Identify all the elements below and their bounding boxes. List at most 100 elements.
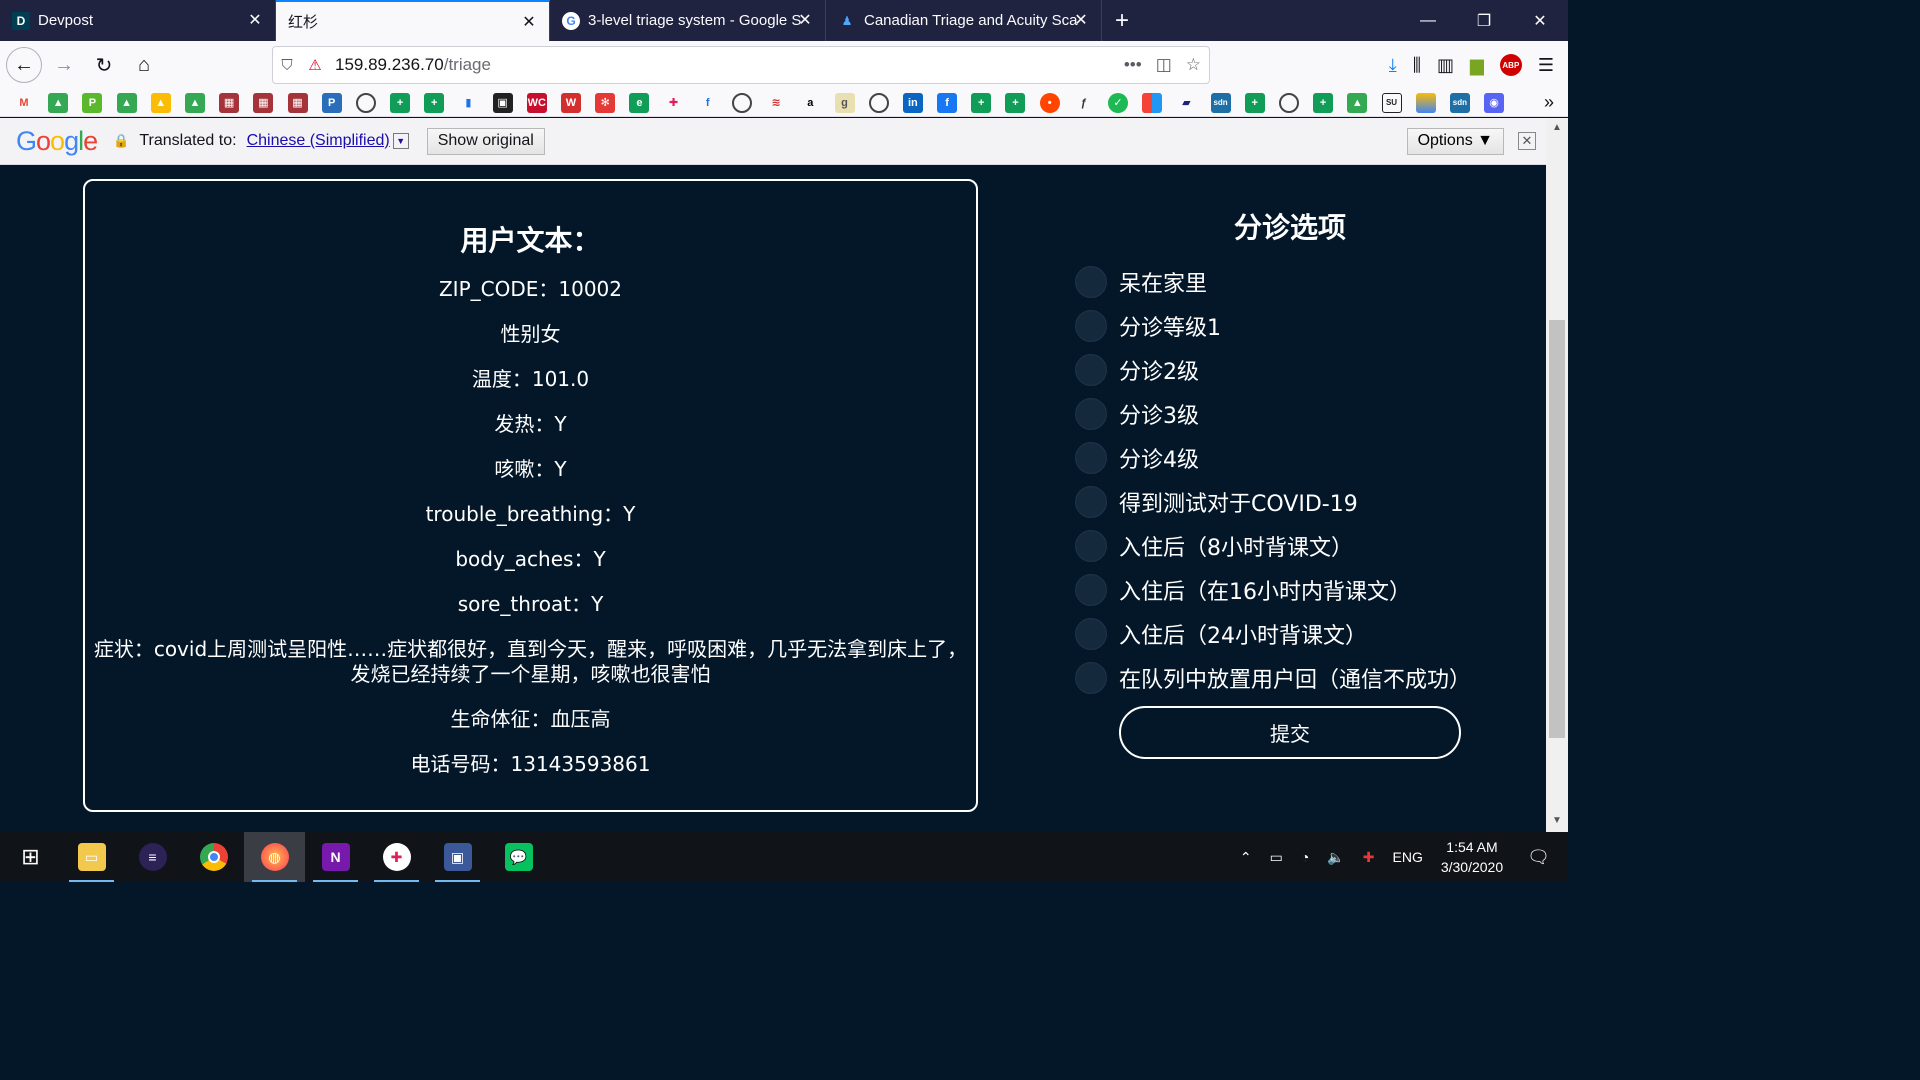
back-button[interactable]: ← [6,47,42,83]
tab-devpost[interactable]: D Devpost ✕ [0,0,276,41]
close-icon[interactable]: ✕ [245,10,265,30]
bar-chart-icon[interactable]: ▮ [458,93,478,113]
close-icon[interactable]: ✕ [1071,10,1091,30]
radio-button[interactable] [1075,486,1107,518]
submit-button[interactable]: 提交 [1119,706,1461,759]
bookmark-icon[interactable]: e [629,92,650,113]
sdn-icon[interactable]: sdn [1210,92,1231,113]
window-close-button[interactable]: ✕ [1512,0,1568,41]
extension-icon[interactable]: ▆ [1470,55,1484,76]
sidebar-icon[interactable]: ▥ [1437,55,1454,76]
plus-icon[interactable]: + [424,92,445,113]
grad-cap-icon[interactable]: ▰ [1176,93,1196,113]
triage-option[interactable]: 呆在家里 [1075,260,1505,304]
library-icon[interactable]: ⫼ [1413,55,1421,76]
bookmark-icon[interactable]: P [82,92,103,113]
downloads-icon[interactable]: ⤓ [1389,55,1397,76]
globe-icon[interactable] [731,92,752,113]
close-translate-bar-icon[interactable]: ✕ [1518,132,1536,150]
radio-button[interactable] [1075,442,1107,474]
taskbar-chrome[interactable] [183,832,244,882]
radio-button[interactable] [1075,354,1107,386]
university-icon[interactable]: ▦ [253,92,274,113]
google-drive-icon[interactable]: ▲ [48,92,69,113]
taskbar-app[interactable]: ▣ [427,832,488,882]
pocket-icon[interactable]: ◫ [1156,55,1172,75]
forward-button[interactable]: → [46,47,82,83]
slack-icon[interactable]: ✚ [664,93,684,113]
goodreads-icon[interactable]: g [834,92,855,113]
bank-icon[interactable]: ≋ [766,93,786,113]
amazon-icon[interactable]: a [800,93,820,113]
triage-option[interactable]: 入住后（8小时背课文） [1075,524,1505,568]
triage-option[interactable]: 分诊4级 [1075,436,1505,480]
bookmark-icon[interactable] [1415,92,1436,113]
bookmark-icon[interactable]: ✓ [1108,92,1128,113]
radio-button[interactable] [1075,574,1107,606]
triage-option[interactable]: 分诊3级 [1075,392,1505,436]
gmail-icon[interactable]: M [14,93,34,113]
page-actions-icon[interactable]: ••• [1124,55,1142,75]
plus-icon[interactable]: + [1313,92,1334,113]
insecure-connection-icon[interactable]: ⚠ [301,56,329,74]
tab-active[interactable]: 红杉 ✕ [276,0,550,41]
scroll-down-icon[interactable]: ▼ [1546,815,1568,831]
radio-button[interactable] [1075,530,1107,562]
tab-ctas[interactable]: ♟ Canadian Triage and Acuity Sca ✕ [826,0,1102,41]
globe-icon[interactable] [355,92,376,113]
close-icon[interactable]: ✕ [795,10,815,30]
taskbar-file-explorer[interactable]: ▭ [61,832,122,882]
globe-icon[interactable] [868,92,889,113]
clock[interactable]: 1:54 AM 3/30/2020 [1441,837,1503,877]
triage-option[interactable]: 得到测试对于COVID-19 [1075,480,1505,524]
scrollbar-thumb[interactable] [1549,320,1565,738]
google-drive-icon[interactable]: ▲ [150,92,171,113]
shield-icon[interactable]: ⛉ [273,57,301,74]
show-hidden-icons-icon[interactable]: ⌃ [1240,849,1252,866]
bookmarks-overflow-icon[interactable]: » [1544,92,1554,113]
language-dropdown-icon[interactable]: ▼ [392,133,409,149]
taskbar-slack[interactable]: ✚ [366,832,427,882]
radio-button[interactable] [1075,266,1107,298]
reload-button[interactable]: ↻ [86,47,122,83]
plus-icon[interactable]: + [971,92,992,113]
google-drive-icon[interactable]: ▲ [184,92,205,113]
plus-icon[interactable]: + [1005,92,1026,113]
url-bar[interactable]: ⛉ ⚠ 159.89.236.70/triage ••• ◫ ☆ [272,46,1210,84]
university-icon[interactable]: ▦ [219,92,240,113]
new-tab-button[interactable]: + [1102,0,1142,41]
triage-option[interactable]: 入住后（在16小时内背课文） [1075,568,1505,612]
bookmark-icon[interactable]: ▣ [492,92,513,113]
radio-button[interactable] [1075,310,1107,342]
menu-icon[interactable]: ☰ [1538,55,1554,76]
triage-option[interactable]: 分诊2级 [1075,348,1505,392]
globe-icon[interactable] [1278,92,1299,113]
google-drive-icon[interactable]: ▲ [116,92,137,113]
restore-button[interactable]: ❐ [1456,0,1512,41]
start-button[interactable]: ⊞ [0,832,61,882]
reddit-icon[interactable]: • [1039,92,1060,113]
plus-icon[interactable]: + [1244,92,1265,113]
adblock-plus-icon[interactable]: ABP [1499,54,1522,76]
bookmark-p-icon[interactable]: P [321,92,342,113]
google-drive-icon[interactable]: ▲ [1347,92,1368,113]
taskbar-eclipse[interactable]: ≡ [122,832,183,882]
target-language-link[interactable]: Chinese (Simplified) [247,132,390,150]
triage-option[interactable]: 入住后（24小时背课文） [1075,612,1505,656]
home-button[interactable]: ⌂ [126,47,162,83]
bookmark-icon[interactable]: SU [1381,92,1402,113]
volume-icon[interactable]: 🔈 [1327,849,1344,866]
show-original-button[interactable]: Show original [426,127,545,155]
linkedin-icon[interactable]: in [902,92,923,113]
bookmark-icon[interactable]: ƒ [1074,93,1094,113]
taskbar-firefox[interactable]: ◍ [244,832,305,882]
bookmark-icon[interactable] [1142,92,1163,113]
minimize-button[interactable]: — [1400,0,1456,41]
university-icon[interactable]: ▦ [287,92,308,113]
radio-button[interactable] [1075,398,1107,430]
facebook-icon[interactable]: f [937,92,958,113]
plus-icon[interactable]: + [390,92,411,113]
wifi-icon[interactable]: ◔ [1301,849,1309,865]
url-text[interactable]: 159.89.236.70/triage [335,55,491,75]
triage-option[interactable]: 分诊等级1 [1075,304,1505,348]
